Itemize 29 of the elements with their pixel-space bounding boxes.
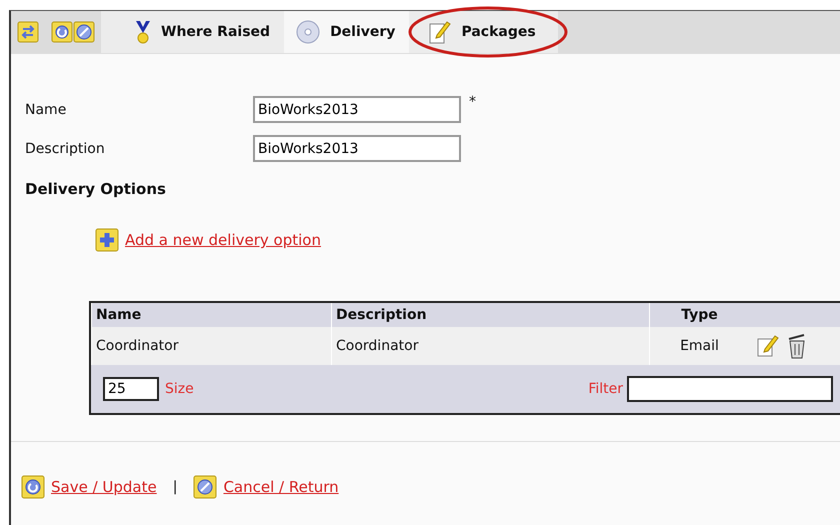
table-cell: Coordinator xyxy=(91,327,331,365)
edit-icon[interactable] xyxy=(757,334,779,358)
add-icon[interactable] xyxy=(95,228,119,252)
add-delivery-option-link[interactable]: Add a new delivery option xyxy=(125,231,321,249)
refresh-icon[interactable] xyxy=(51,21,73,43)
size-label: Size xyxy=(165,381,194,397)
required-mark: * xyxy=(469,94,476,110)
filter-field[interactable] xyxy=(627,376,833,402)
field-label: Name xyxy=(25,101,68,118)
input-field[interactable]: BioWorks2013 xyxy=(253,135,461,162)
cancel-return-link[interactable]: Cancel / Return xyxy=(223,478,339,496)
field-label: Description xyxy=(25,140,106,157)
page-size-field[interactable]: 25 xyxy=(103,377,159,401)
disc-icon xyxy=(296,20,320,44)
table-cell: Email xyxy=(649,327,749,365)
notepad-pencil-icon xyxy=(429,20,452,44)
save-update-link[interactable]: Save / Update xyxy=(51,478,157,496)
swap-arrows-icon[interactable] xyxy=(17,21,39,43)
medal-icon xyxy=(135,20,151,44)
cancel-icon[interactable] xyxy=(193,475,218,499)
refresh-icon[interactable] xyxy=(21,475,45,499)
filter-label: Filter xyxy=(588,381,623,397)
input-field[interactable]: BioWorks2013 xyxy=(253,96,461,123)
table-cell: Coordinator xyxy=(331,327,649,365)
tab[interactable]: Delivery xyxy=(284,11,410,53)
cancel-icon[interactable] xyxy=(73,21,95,43)
trash-can-icon[interactable] xyxy=(787,333,807,359)
section-title: Delivery Options xyxy=(25,180,167,198)
separator: | xyxy=(172,479,178,495)
